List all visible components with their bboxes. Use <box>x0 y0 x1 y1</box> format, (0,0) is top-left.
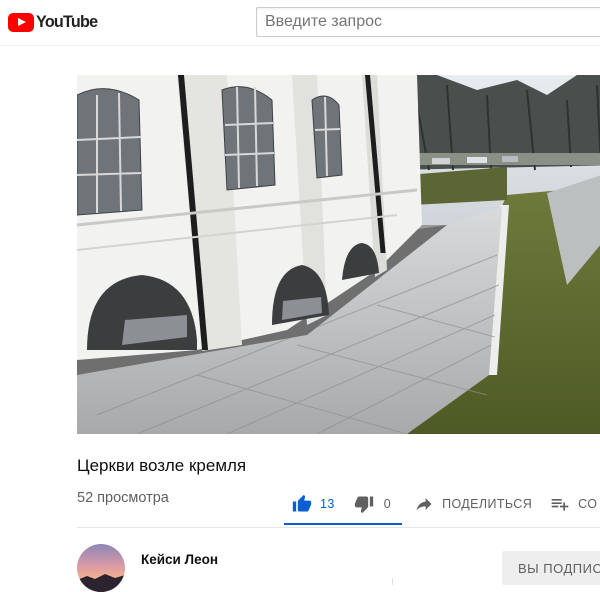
logo-text: YouTube <box>36 12 98 31</box>
youtube-logo-icon <box>8 12 34 32</box>
video-player[interactable] <box>77 75 600 434</box>
divider-tick <box>392 578 393 585</box>
add-to-playlist-icon <box>551 499 569 511</box>
like-button[interactable]: 13 <box>285 486 343 522</box>
search-input[interactable] <box>256 7 600 37</box>
view-count: 52 просмотра <box>77 490 169 506</box>
info-divider <box>77 527 600 528</box>
masthead: YouTube <box>0 0 600 46</box>
youtube-logo[interactable]: YouTube <box>8 11 101 33</box>
video-frame <box>77 75 600 434</box>
like-icon <box>292 494 312 512</box>
dislike-count: 0 <box>383 497 392 511</box>
video-actions: 13 0 ПОДЕЛИТЬСЯ СО <box>285 484 597 524</box>
save-button[interactable]: СО <box>550 486 597 522</box>
share-button[interactable]: ПОДЕЛИТЬСЯ <box>414 486 532 522</box>
like-count: 13 <box>320 497 335 511</box>
save-label: СО <box>578 497 598 511</box>
subscribe-button[interactable]: ВЫ ПОДПИСАНЫ <box>502 551 600 585</box>
dislike-button[interactable]: 0 <box>354 486 391 522</box>
sentiment-bar <box>284 523 402 525</box>
channel-name[interactable]: Кейси Леон <box>141 552 218 567</box>
video-title: Церкви возле кремля <box>77 456 247 475</box>
share-label: ПОДЕЛИТЬСЯ <box>442 497 533 511</box>
dislike-icon <box>354 496 373 514</box>
share-icon <box>416 498 432 511</box>
